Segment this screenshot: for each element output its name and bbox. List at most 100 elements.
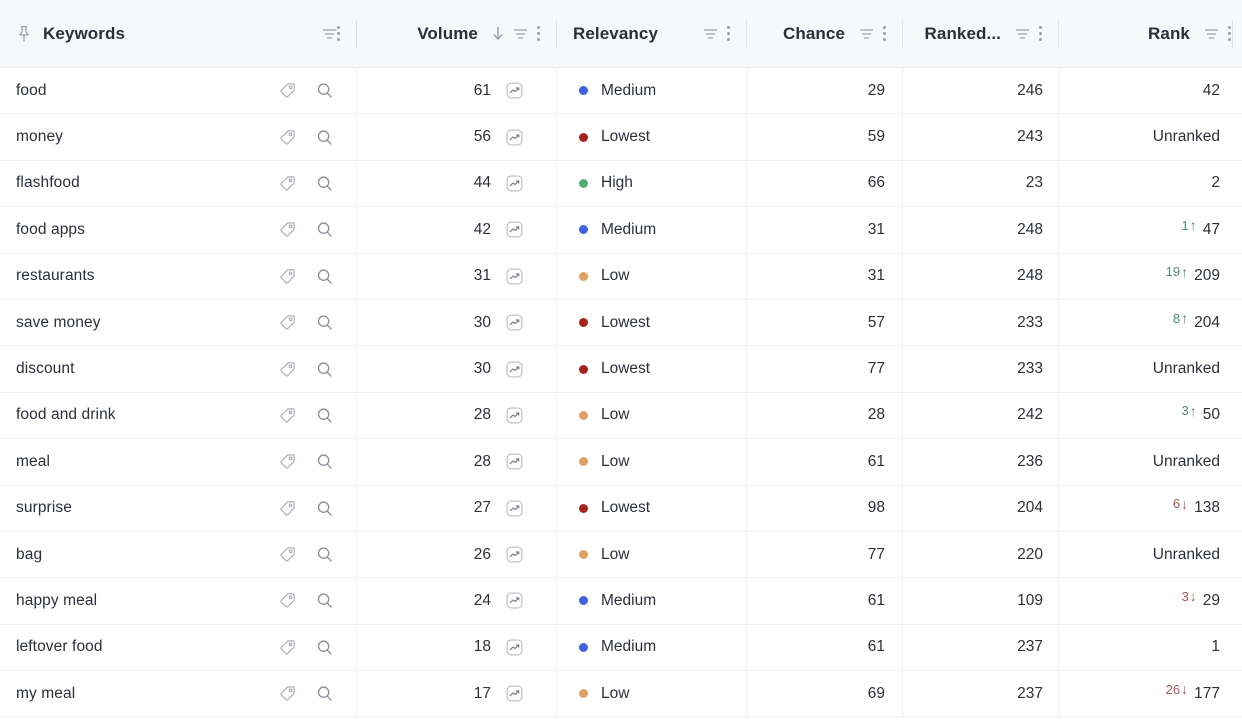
search-icon[interactable]	[316, 546, 333, 563]
filter-funnel-icon[interactable]	[513, 27, 528, 41]
trend-chart-icon[interactable]	[506, 82, 523, 99]
trend-chart-icon[interactable]	[506, 592, 523, 609]
kebab-menu-icon[interactable]	[337, 26, 341, 41]
cell-keyword[interactable]: surprise	[0, 485, 357, 532]
tag-icon[interactable]	[279, 685, 296, 702]
kebab-menu-icon[interactable]	[727, 26, 731, 41]
trend-chart-icon[interactable]	[506, 453, 523, 470]
tag-icon[interactable]	[279, 546, 296, 563]
cell-keyword[interactable]: bag	[0, 531, 357, 578]
filter-funnel-icon[interactable]	[322, 27, 337, 41]
search-icon[interactable]	[316, 268, 333, 285]
search-icon[interactable]	[316, 221, 333, 238]
cell-keyword[interactable]: save money	[0, 299, 357, 346]
table-row[interactable]: restaurants 31 Low 31 248 19 ↑ 209	[0, 253, 1242, 300]
table-row[interactable]: save money 30 Lowest 57 233 8 ↑ 204	[0, 299, 1242, 347]
table-row[interactable]: surprise 27 Lowest 98 204 6 ↓ 138	[0, 485, 1242, 532]
trend-chart-icon[interactable]	[506, 685, 523, 702]
rank-delta: 6 ↓	[1173, 496, 1188, 511]
filter-funnel-icon[interactable]	[703, 27, 718, 41]
cell-keyword[interactable]: flashfood	[0, 160, 357, 207]
tag-icon[interactable]	[279, 453, 296, 470]
trend-chart-icon[interactable]	[506, 175, 523, 192]
tag-icon[interactable]	[279, 639, 296, 656]
table-row[interactable]: food 61 Medium 29 246 42	[0, 68, 1242, 115]
cell-keyword[interactable]: food and drink	[0, 392, 357, 439]
cell-chance: 77	[747, 531, 903, 578]
search-icon[interactable]	[316, 314, 333, 331]
column-header-ranked[interactable]: Ranked...	[903, 0, 1059, 68]
kebab-menu-icon[interactable]	[537, 26, 541, 41]
search-icon[interactable]	[316, 639, 333, 656]
tag-icon[interactable]	[279, 592, 296, 609]
search-icon[interactable]	[316, 685, 333, 702]
cell-keyword[interactable]: food	[0, 68, 357, 114]
rank-value: 138	[1194, 499, 1220, 517]
kebab-menu-icon[interactable]	[1039, 26, 1043, 41]
trend-chart-icon[interactable]	[506, 361, 523, 378]
kebab-menu-icon[interactable]	[883, 26, 887, 41]
tag-icon[interactable]	[279, 500, 296, 517]
search-icon[interactable]	[316, 500, 333, 517]
table-row[interactable]: flashfood 44 High 66 23 2	[0, 160, 1242, 208]
chance-value: 61	[867, 638, 885, 656]
cell-keyword[interactable]: meal	[0, 439, 357, 485]
cell-keyword[interactable]: my meal	[0, 671, 357, 717]
cell-volume: 30	[357, 299, 557, 346]
cell-keyword[interactable]: leftover food	[0, 624, 357, 671]
tag-icon[interactable]	[279, 268, 296, 285]
trend-chart-icon[interactable]	[506, 407, 523, 424]
tag-icon[interactable]	[279, 82, 296, 99]
column-header-volume[interactable]: Volume	[357, 0, 557, 68]
search-icon[interactable]	[316, 407, 333, 424]
tag-icon[interactable]	[279, 361, 296, 378]
table-row[interactable]: my meal 17 Low 69 237 26 ↓ 177	[0, 671, 1242, 718]
cell-keyword[interactable]: restaurants	[0, 253, 357, 300]
tag-icon[interactable]	[279, 221, 296, 238]
cell-keyword[interactable]: food apps	[0, 207, 357, 253]
sort-descending-arrow-icon[interactable]	[492, 26, 504, 41]
relevancy-dot-icon	[579, 689, 588, 699]
trend-chart-icon[interactable]	[506, 314, 523, 331]
trend-chart-icon[interactable]	[506, 268, 523, 285]
search-icon[interactable]	[316, 82, 333, 99]
tag-icon[interactable]	[279, 129, 296, 146]
table-row[interactable]: happy meal 24 Medium 61 109 3 ↓ 29	[0, 578, 1242, 625]
cell-keyword[interactable]: discount	[0, 346, 357, 393]
search-icon[interactable]	[316, 592, 333, 609]
filter-funnel-icon[interactable]	[1015, 27, 1030, 41]
table-row[interactable]: money 56 Lowest 59 243 Unranked	[0, 114, 1242, 161]
cell-keyword[interactable]: happy meal	[0, 578, 357, 625]
search-icon[interactable]	[316, 453, 333, 470]
cell-rank: Unranked	[1059, 439, 1242, 484]
tag-icon[interactable]	[279, 175, 296, 192]
column-header-relevancy[interactable]: Relevancy	[557, 0, 747, 68]
search-icon[interactable]	[316, 129, 333, 146]
volume-value: 28	[473, 452, 491, 470]
search-icon[interactable]	[316, 361, 333, 378]
tag-icon[interactable]	[279, 314, 296, 331]
table-row[interactable]: bag 26 Low 77 220 Unranked	[0, 531, 1242, 579]
column-header-keywords[interactable]: Keywords	[0, 0, 357, 68]
filter-funnel-icon[interactable]	[1204, 27, 1219, 41]
column-header-rank[interactable]: Rank	[1059, 0, 1242, 68]
search-icon[interactable]	[316, 175, 333, 192]
trend-chart-icon[interactable]	[506, 221, 523, 238]
trend-chart-icon[interactable]	[506, 639, 523, 656]
table-row[interactable]: food and drink 28 Low 28 242 3 ↑ 50	[0, 392, 1242, 440]
filter-funnel-icon[interactable]	[859, 27, 874, 41]
column-header-chance[interactable]: Chance	[747, 0, 903, 68]
tag-icon[interactable]	[279, 407, 296, 424]
cell-chance: 61	[747, 439, 903, 485]
trend-chart-icon[interactable]	[506, 546, 523, 563]
trend-chart-icon[interactable]	[506, 500, 523, 517]
table-row[interactable]: leftover food 18 Medium 61 237 1	[0, 624, 1242, 672]
table-row[interactable]: meal 28 Low 61 236 Unranked	[0, 439, 1242, 486]
trend-chart-icon[interactable]	[506, 129, 523, 146]
table-row[interactable]: food apps 42 Medium 31 248 1 ↑ 47	[0, 207, 1242, 254]
table-row[interactable]: discount 30 Lowest 77 233 Unranked	[0, 346, 1242, 393]
cell-rank: 2	[1059, 161, 1242, 206]
pushpin-icon[interactable]	[16, 25, 32, 43]
cell-ranked: 242	[903, 392, 1059, 439]
cell-keyword[interactable]: money	[0, 114, 357, 161]
